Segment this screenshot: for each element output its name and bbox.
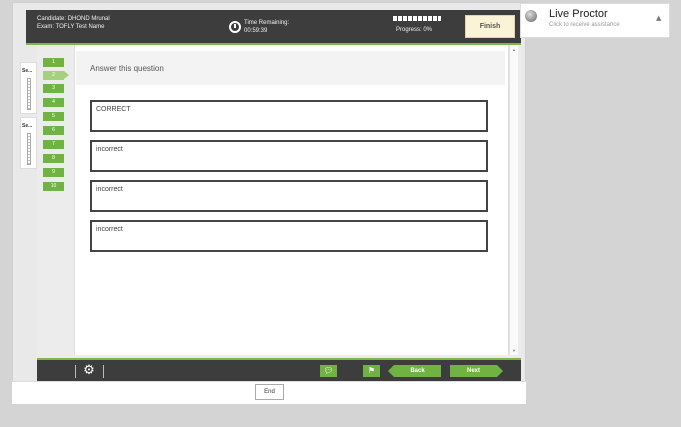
question-nav-10[interactable]: 10: [43, 182, 64, 191]
question-nav-7[interactable]: 7: [43, 140, 64, 149]
question-nav-5[interactable]: 5: [43, 112, 64, 121]
time-remaining: Time Remaining: 00:59:39: [244, 19, 289, 35]
proctor-title: Live Proctor: [549, 8, 608, 20]
progress-label: Progress: 0%: [396, 27, 433, 33]
answer-option-text: incorrect: [96, 186, 123, 193]
comment-icon[interactable]: 💬︎: [320, 365, 337, 377]
time-remaining-label: Time Remaining:: [244, 20, 290, 26]
clock-icon: [229, 21, 241, 33]
answer-option-text: incorrect: [96, 226, 123, 233]
footer-divider: [103, 365, 104, 378]
question-nav-6[interactable]: 6: [43, 126, 64, 135]
section-tab-label: Se...: [22, 68, 33, 74]
back-button[interactable]: Back: [388, 365, 441, 377]
question-nav-2-current[interactable]: 2: [43, 71, 69, 80]
question-nav-1[interactable]: 1: [43, 58, 64, 67]
question-prompt: Answer this question: [90, 64, 164, 73]
answer-option-4[interactable]: incorrect: [90, 220, 488, 252]
exam-name: Exam: TOFLY Test Name: [37, 24, 105, 30]
answer-option-2[interactable]: incorrect: [90, 140, 488, 172]
end-button[interactable]: End: [255, 384, 284, 400]
section-tab-1[interactable]: Se...: [20, 62, 37, 114]
progress-bar: [393, 16, 441, 21]
candidate-info: Candidate: DHOND Mrunal Exam: TOFLY Test…: [37, 15, 110, 31]
proctor-subtitle: Click to receive assistance: [549, 22, 620, 28]
section-progress-indicator: [27, 78, 31, 110]
exam-footer: [37, 360, 521, 381]
question-nav-4[interactable]: 4: [43, 98, 64, 107]
question-nav-9[interactable]: 9: [43, 168, 64, 177]
scroll-up-arrow-icon[interactable]: ▲: [512, 47, 516, 52]
gear-icon[interactable]: ⚙: [82, 364, 96, 378]
answer-option-text: CORRECT: [96, 106, 131, 113]
scroll-down-arrow-icon[interactable]: ▼: [512, 348, 516, 353]
answer-option-text: incorrect: [96, 146, 123, 153]
proctor-status-icon: [525, 10, 537, 22]
section-tab-2[interactable]: Se...: [20, 117, 37, 169]
question-nav-8[interactable]: 8: [43, 154, 64, 163]
live-proctor-widget[interactable]: Live Proctor Click to receive assistance…: [520, 3, 670, 38]
section-progress-indicator: [27, 133, 31, 165]
exam-header: Candidate: DHOND Mrunal Exam: TOFLY Test…: [26, 10, 521, 43]
section-tab-label: Se...: [22, 123, 33, 129]
time-remaining-value: 00:59:39: [244, 28, 268, 34]
flag-icon[interactable]: ⚑: [363, 365, 380, 377]
question-scrollbar[interactable]: ▲ ▼: [509, 45, 518, 355]
question-nav-3[interactable]: 3: [43, 84, 64, 93]
question-header: Answer this question: [76, 51, 505, 85]
finish-button[interactable]: Finish: [465, 15, 515, 38]
caret-up-icon[interactable]: ▲: [656, 14, 661, 22]
candidate-name: Candidate: DHOND Mrunal: [37, 16, 110, 22]
answer-option-1[interactable]: CORRECT: [90, 100, 488, 132]
next-button[interactable]: Next: [450, 365, 503, 377]
footer-divider: [75, 365, 76, 378]
answer-option-3[interactable]: incorrect: [90, 180, 488, 212]
